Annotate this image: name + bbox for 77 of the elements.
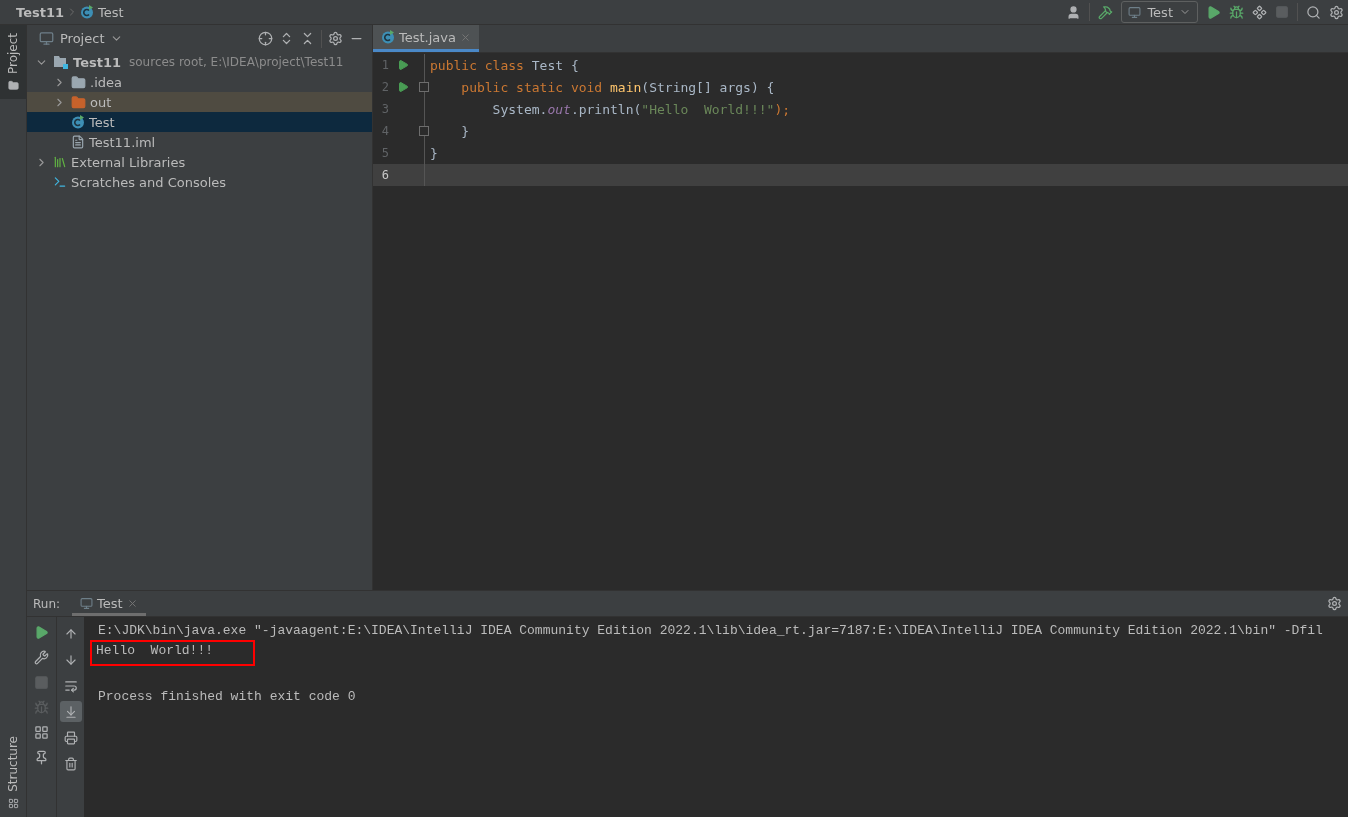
breadcrumb[interactable]: Test11: [16, 4, 64, 20]
line-number: 6: [380, 168, 389, 182]
breadcrumb[interactable]: Test: [80, 4, 124, 20]
tree-label: Test11.iml: [89, 134, 156, 150]
console-icon: [53, 175, 67, 189]
folder-icon: [71, 94, 86, 110]
line-number: 4: [380, 124, 389, 138]
settings-icon[interactable]: [328, 31, 343, 46]
scroll-to-end-icon: [63, 704, 78, 719]
tree-hint: sources root, E:\IDEA\project\Test11: [129, 55, 344, 69]
settings-icon[interactable]: [1329, 4, 1344, 20]
line-number: 5: [380, 146, 389, 160]
run-icon[interactable]: [1206, 4, 1221, 20]
run-tab[interactable]: Test: [72, 591, 146, 616]
build-icon[interactable]: [1098, 4, 1114, 20]
code-text: }: [429, 145, 438, 161]
bug-icon[interactable]: [1229, 4, 1244, 20]
wrap-icon: [63, 678, 78, 693]
tree-item[interactable]: .idea: [27, 72, 372, 92]
file-icon: [71, 135, 85, 149]
close-icon[interactable]: [126, 598, 138, 609]
code-text: public class Test {: [429, 57, 579, 73]
locate-icon[interactable]: [258, 31, 273, 46]
tree-item[interactable]: Test11.iml: [27, 132, 372, 152]
line-number: 3: [380, 102, 389, 116]
tree-item[interactable]: External Libraries: [27, 152, 372, 172]
trash-icon: [63, 756, 78, 771]
side-tab[interactable]: Structure: [0, 728, 26, 817]
tree-label: Scratches and Consoles: [71, 174, 227, 190]
search-icon[interactable]: [1306, 4, 1321, 20]
window-icon: [80, 597, 94, 610]
tree-item[interactable]: Test: [27, 112, 372, 132]
panel-icon: [39, 31, 54, 46]
layout-icon[interactable]: [34, 725, 49, 740]
folder-icon: [71, 74, 86, 90]
tree-label: .idea: [90, 74, 122, 90]
wrench-icon[interactable]: [34, 650, 49, 665]
console-output: E:\JDK\bin\java.exe "-javaagent:E:\IDEA\IntelliJ IDEA Community Edition 2022.1\lib\idea_rt.jar=7187:E:\IDEA\IntelliJ IDEA Community Edition 2022.1\bin" -Dfil: [97, 622, 1324, 640]
line-number: 1: [380, 58, 389, 72]
folder-icon: [7, 80, 19, 92]
settings-icon[interactable]: [1327, 596, 1342, 611]
side-tab[interactable]: Project: [0, 25, 26, 100]
console-output: Process finished with exit code 0: [97, 688, 357, 706]
tree-label: Test: [89, 114, 115, 130]
run-label: Run:: [33, 596, 61, 611]
run-icon[interactable]: [397, 81, 409, 93]
class-icon: [381, 30, 395, 44]
tree-label: External Libraries: [71, 154, 186, 170]
tree-item[interactable]: Scratches and Consoles: [27, 172, 372, 192]
tree-label: out: [90, 94, 112, 110]
library-icon: [53, 155, 67, 169]
code-text: public static void main(String[] args) {: [460, 79, 775, 95]
panel-title[interactable]: Project: [60, 31, 105, 46]
tree-label: Test11: [73, 54, 121, 70]
console-output: Hello World!!!: [90, 640, 256, 666]
window-icon: [1128, 5, 1142, 19]
user-icon[interactable]: [1066, 4, 1082, 20]
line-number: 2: [380, 80, 389, 94]
run-icon[interactable]: [397, 59, 409, 71]
class-icon: [80, 5, 94, 19]
code-text: }: [460, 123, 470, 139]
class-icon: [71, 115, 85, 129]
code-text: System.out.println("Hello World!!!");: [491, 101, 791, 117]
pin-icon[interactable]: [34, 750, 49, 765]
run-config-dropdown[interactable]: Test: [1121, 1, 1198, 23]
up-arrow-icon: [63, 626, 78, 641]
printer-icon: [63, 730, 78, 745]
tree-item[interactable]: Test11 sources root, E:\IDEA\project\Test11: [27, 52, 372, 72]
structure-icon: [7, 798, 19, 809]
console-button[interactable]: [59, 701, 82, 722]
tree-item[interactable]: out: [27, 92, 372, 112]
editor-tab[interactable]: Test.java: [373, 25, 479, 52]
module-icon: [53, 55, 69, 69]
run-icon[interactable]: [34, 625, 49, 640]
down-arrow-icon: [63, 652, 78, 667]
fold-marker[interactable]: [419, 82, 429, 92]
fold-marker[interactable]: [419, 126, 429, 136]
